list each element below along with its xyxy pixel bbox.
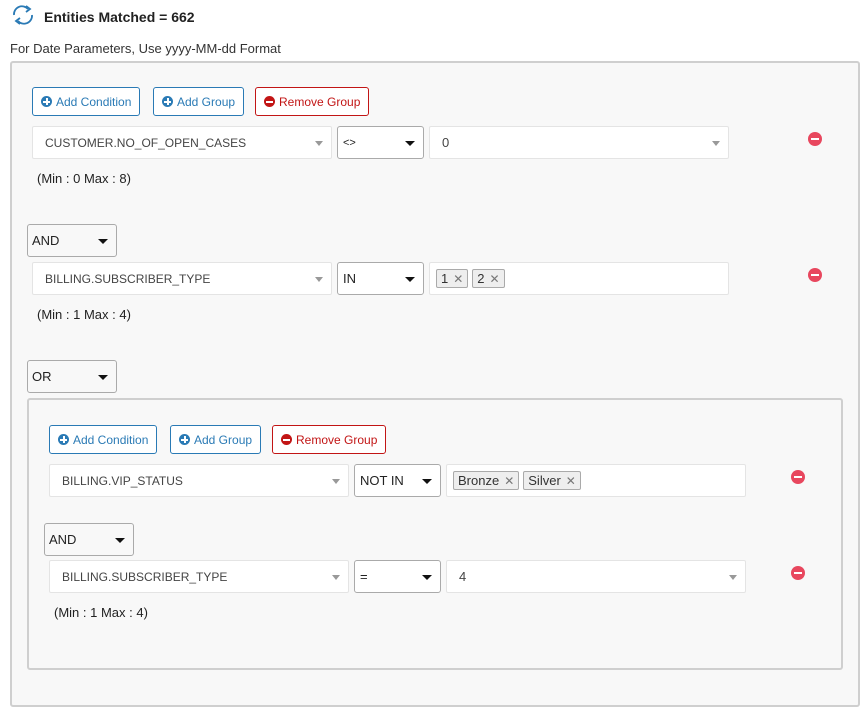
value-text: 4 (459, 569, 467, 584)
value-tag: 1 ✕ (436, 269, 469, 288)
chevron-down-icon (729, 575, 737, 580)
operator-value: <> (343, 136, 356, 149)
remove-condition-icon[interactable] (808, 132, 822, 146)
logic-value: AND (49, 532, 77, 547)
plus-circle-icon (179, 434, 190, 445)
caret-down-icon (405, 277, 415, 282)
remove-group-label: Remove Group (279, 94, 361, 109)
logic-value: AND (32, 233, 60, 248)
field-value: BILLING.SUBSCRIBER_TYPE (45, 271, 211, 286)
chevron-down-icon (712, 141, 720, 146)
entities-matched-title: Entities Matched = 662 (44, 9, 195, 25)
remove-group-label: Remove Group (296, 432, 378, 447)
operator-select[interactable]: NOT IN (354, 464, 441, 497)
multi-value-input[interactable]: Bronze ✕ Silver ✕ (446, 464, 746, 497)
range-hint: (Min : 1 Max : 4) (37, 307, 131, 322)
plus-circle-icon (58, 434, 69, 445)
range-hint: (Min : 0 Max : 8) (37, 171, 131, 186)
tag-label: Silver (528, 473, 561, 488)
range-hint: (Min : 1 Max : 4) (54, 605, 148, 620)
minus-circle-icon (281, 434, 292, 445)
add-group-button[interactable]: Add Group (153, 87, 245, 116)
tag-label: 2 (477, 271, 485, 286)
add-condition-button[interactable]: Add Condition (32, 87, 141, 116)
caret-down-icon (422, 479, 432, 484)
remove-tag-icon[interactable]: ✕ (504, 474, 514, 488)
nested-remove-group-button[interactable]: Remove Group (272, 425, 387, 454)
chevron-down-icon (332, 575, 340, 580)
caret-down-icon (422, 575, 432, 580)
add-condition-label: Add Condition (56, 94, 132, 109)
value-select[interactable]: 0 (429, 126, 729, 159)
condition-field-select[interactable]: CUSTOMER.NO_OF_OPEN_CASES (32, 126, 332, 159)
remove-group-button[interactable]: Remove Group (255, 87, 370, 116)
value-tag: Bronze ✕ (453, 471, 520, 490)
field-value: BILLING.VIP_STATUS (62, 473, 183, 488)
plus-circle-icon (162, 96, 173, 107)
chevron-down-icon (315, 141, 323, 146)
operator-value: NOT IN (360, 473, 404, 488)
condition-field-select[interactable]: BILLING.SUBSCRIBER_TYPE (49, 560, 349, 593)
remove-tag-icon[interactable]: ✕ (566, 474, 576, 488)
logic-value: OR (32, 369, 52, 384)
multi-value-input[interactable]: 1 ✕ 2 ✕ (429, 262, 729, 295)
logic-operator-select[interactable]: AND (27, 224, 117, 257)
caret-down-icon (98, 239, 108, 244)
chevron-down-icon (315, 277, 323, 282)
minus-circle-icon (264, 96, 275, 107)
remove-condition-icon[interactable] (808, 268, 822, 282)
logic-operator-select[interactable]: AND (44, 523, 134, 556)
tag-label: Bronze (458, 473, 500, 488)
operator-select[interactable]: IN (337, 262, 424, 295)
value-tag: Silver ✕ (523, 471, 581, 490)
remove-condition-icon[interactable] (791, 470, 805, 484)
value-text: 0 (442, 135, 450, 150)
nested-add-condition-button[interactable]: Add Condition (49, 425, 158, 454)
add-group-label: Add Group (194, 432, 253, 447)
operator-value: IN (343, 271, 356, 286)
caret-down-icon (115, 538, 125, 543)
tag-label: 1 (441, 271, 449, 286)
condition-field-select[interactable]: BILLING.VIP_STATUS (49, 464, 349, 497)
add-group-label: Add Group (177, 94, 236, 109)
remove-tag-icon[interactable]: ✕ (453, 272, 463, 286)
condition-field-select[interactable]: BILLING.SUBSCRIBER_TYPE (32, 262, 332, 295)
caret-down-icon (405, 141, 415, 146)
remove-tag-icon[interactable]: ✕ (490, 272, 500, 286)
chevron-down-icon (332, 479, 340, 484)
field-value: BILLING.SUBSCRIBER_TYPE (62, 569, 228, 584)
refresh-icon[interactable] (10, 4, 36, 31)
operator-value: = (360, 569, 368, 584)
add-condition-label: Add Condition (73, 432, 149, 447)
nested-add-group-button[interactable]: Add Group (170, 425, 262, 454)
value-select[interactable]: 4 (446, 560, 746, 593)
operator-select[interactable]: = (354, 560, 441, 593)
value-tag: 2 ✕ (472, 269, 505, 288)
plus-circle-icon (41, 96, 52, 107)
header: Entities Matched = 662 (10, 4, 195, 31)
operator-select[interactable]: <> (337, 126, 424, 159)
remove-condition-icon[interactable] (791, 566, 805, 580)
field-value: CUSTOMER.NO_OF_OPEN_CASES (45, 135, 247, 150)
group-logic-select[interactable]: OR (27, 360, 117, 393)
caret-down-icon (98, 375, 108, 380)
date-format-hint: For Date Parameters, Use yyyy-MM-dd Form… (10, 41, 281, 56)
